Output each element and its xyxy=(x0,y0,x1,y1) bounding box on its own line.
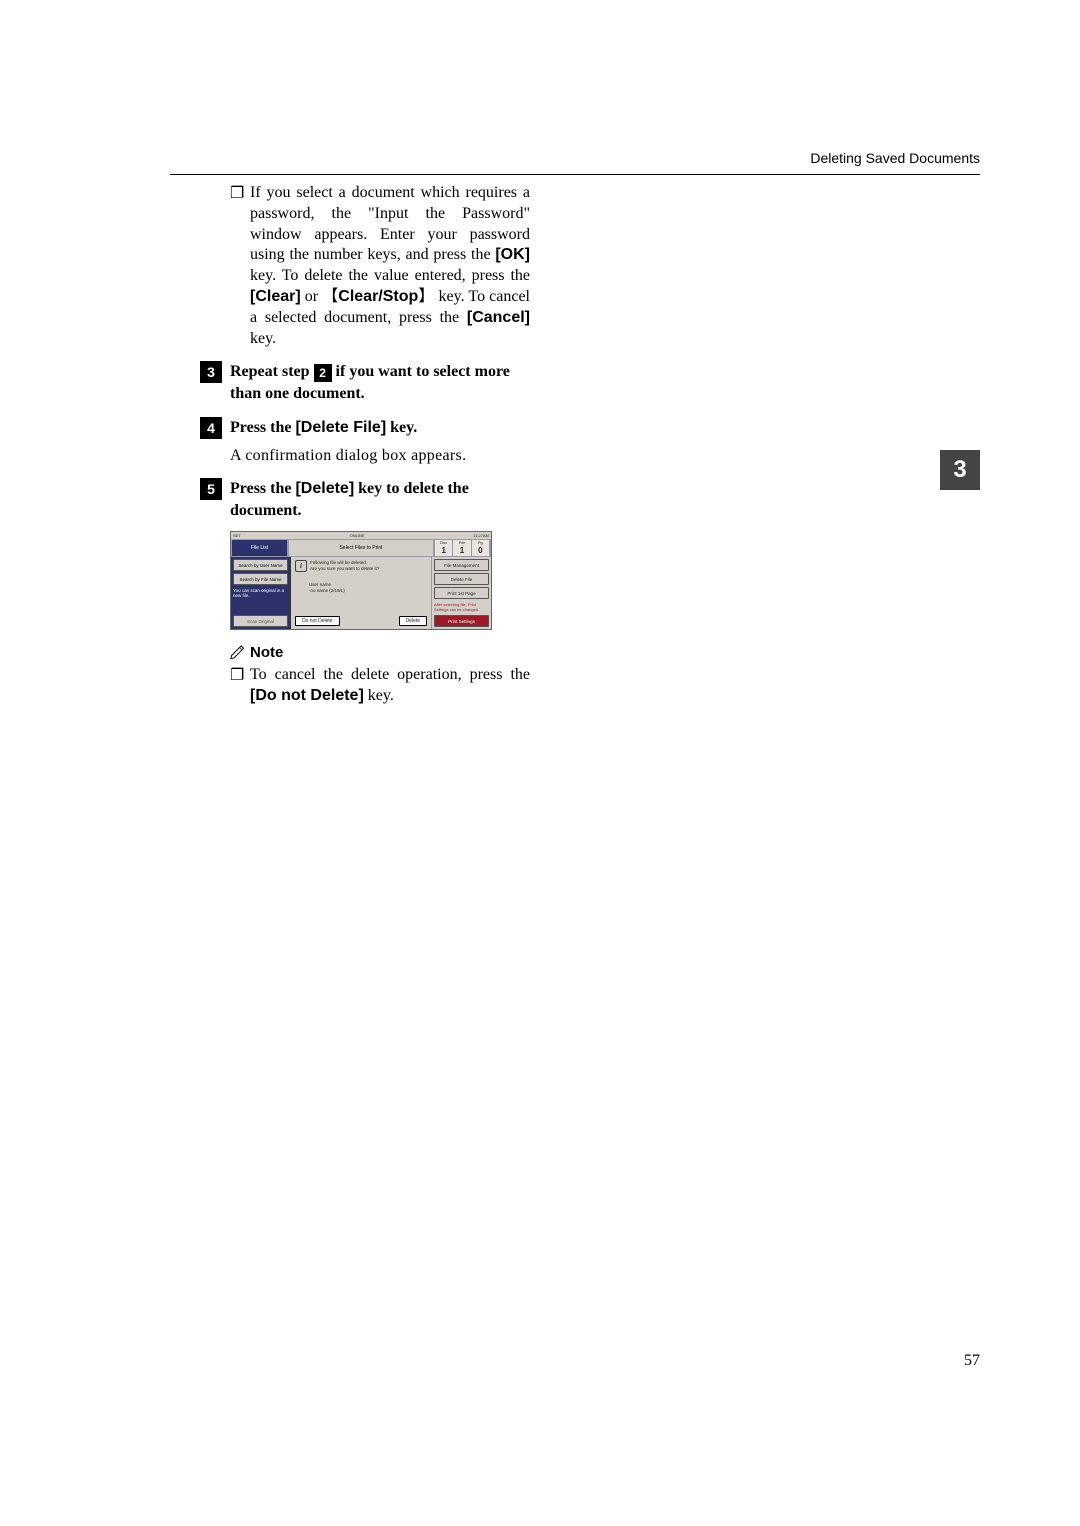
running-header: Deleting Saved Documents xyxy=(170,150,980,166)
text-run: Press the xyxy=(230,480,295,497)
text-run: key. To delete the value entered, press … xyxy=(250,267,530,284)
left-panel: Search by User Name Search by File Name … xyxy=(231,557,291,629)
note-label: Note xyxy=(250,644,283,661)
header-rule xyxy=(170,174,980,175)
right-hint: After selecting file, Print Settings can… xyxy=(434,603,489,615)
left-hint: You can scan original in a new file. xyxy=(233,589,288,615)
do-not-delete-button[interactable]: Do not Delete xyxy=(295,616,340,626)
status-time: 11:27AM xyxy=(473,533,489,538)
delete-button[interactable]: Delete xyxy=(399,616,427,626)
dialog-line: Are you sure you want to delete it? xyxy=(310,566,379,571)
print-first-page-button[interactable]: Print 1st Page xyxy=(434,587,489,599)
file-management-button[interactable]: File Management xyxy=(434,559,489,571)
chapter-tab: 3 xyxy=(940,450,980,490)
key-do-not-delete: [Do not Delete] xyxy=(250,687,364,704)
step-number-5: 5 xyxy=(200,478,222,500)
tab-file-list[interactable]: File List xyxy=(231,539,288,557)
search-user-button[interactable]: Search by User Name xyxy=(233,559,288,571)
text-run: To cancel the delete operation, press th… xyxy=(250,666,530,683)
text-run: key. xyxy=(364,687,394,704)
info-icon: i xyxy=(295,560,307,572)
status-bar: SET ONLINE 11:27AM xyxy=(231,532,491,539)
text-run: or xyxy=(301,288,323,305)
status-online: ONLINE xyxy=(350,533,365,538)
counter-value: 1 xyxy=(435,546,453,556)
text-run: Press the xyxy=(230,419,295,436)
note-text: To cancel the delete operation, press th… xyxy=(250,665,530,707)
key-cancel: [Cancel] xyxy=(467,309,530,326)
key-ok: [OK] xyxy=(495,246,530,263)
step-number-3: 3 xyxy=(200,361,222,383)
text-run: key. xyxy=(250,330,276,347)
step-number-4: 4 xyxy=(200,417,222,439)
page-number: 57 xyxy=(964,1352,980,1370)
paragraph-password: If you select a document which requires … xyxy=(250,183,530,349)
key-clear: [Clear] xyxy=(250,288,301,305)
bullet-symbol: ❐ xyxy=(230,665,250,707)
text-run: If you select a document which requires … xyxy=(250,184,530,263)
bullet-symbol: ❐ xyxy=(230,183,250,349)
key-delete: [Delete] xyxy=(295,480,354,497)
note-heading: Note xyxy=(230,644,530,661)
print-settings-button[interactable]: Print Settings xyxy=(434,615,489,627)
counter-panel: Doc File Pg 1 1 0 xyxy=(434,539,491,557)
device-screenshot: SET ONLINE 11:27AM File List Select File… xyxy=(230,531,492,630)
pencil-icon xyxy=(230,644,246,659)
counter-value: 0 xyxy=(472,546,490,556)
center-panel: i Following file will be deleted. Are yo… xyxy=(291,557,431,629)
panel-title: Select Files to Print xyxy=(288,539,434,557)
text-run: Repeat step xyxy=(230,363,314,380)
search-file-button[interactable]: Search by File Name xyxy=(233,573,288,585)
step-ref-2: 2 xyxy=(314,364,332,382)
step-4: 4 Press the [Delete File] key. xyxy=(200,417,530,439)
user-name-value: -no name (2/19/L) xyxy=(309,588,427,594)
delete-file-button[interactable]: Delete File xyxy=(434,573,489,585)
scan-original-button[interactable]: Scan Original xyxy=(233,615,288,627)
step-5: 5 Press the [Delete] key to delete the d… xyxy=(200,478,530,521)
status-set: SET xyxy=(233,533,241,538)
key-delete-file: [Delete File] xyxy=(295,419,386,436)
key-clear-stop: Clear/Stop xyxy=(338,288,418,305)
text-run: key. xyxy=(386,419,417,436)
step-4-body: A confirmation dialog box appears. xyxy=(230,445,530,467)
step-3: 3 Repeat step 2 if you want to select mo… xyxy=(200,361,530,404)
counter-value: 1 xyxy=(453,546,471,556)
right-panel: File Management Delete File Print 1st Pa… xyxy=(431,557,491,629)
